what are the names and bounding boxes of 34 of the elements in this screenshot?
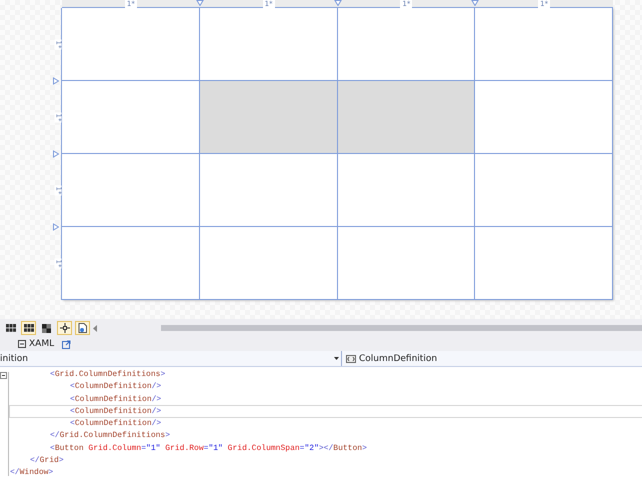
horizontal-scrollbar[interactable] <box>161 325 642 332</box>
row-marker-icon[interactable] <box>53 77 59 85</box>
collapse-icon[interactable] <box>0 372 7 380</box>
document-icon <box>78 323 87 334</box>
column-marker-icon[interactable] <box>471 0 480 6</box>
column-marker-icon[interactable] <box>196 0 204 6</box>
row-marker-icon[interactable] <box>53 150 59 158</box>
element-dropdown[interactable]: ColumnDefinition <box>342 352 444 365</box>
popout-icon[interactable] <box>62 340 72 349</box>
row-marker-icon[interactable] <box>53 223 59 231</box>
code-text: <ColumnDefinition/> <box>70 394 162 404</box>
toolbar-button[interactable] <box>75 321 90 336</box>
toolbar-button[interactable] <box>39 321 54 336</box>
crosshair-icon <box>60 323 70 334</box>
xaml-tab[interactable]: XAML <box>18 339 54 350</box>
code-text: <ColumnDefinition/> <box>70 406 162 416</box>
element-icon <box>346 354 356 363</box>
toolbar-button[interactable] <box>57 321 72 336</box>
checker-icon <box>42 324 51 333</box>
dropdown-caret-icon <box>334 357 339 360</box>
grid-icon <box>24 324 34 332</box>
code-text: <ColumnDefinition/> <box>70 382 162 392</box>
code-text: </Grid.ColumnDefinitions> <box>50 431 170 440</box>
code-text: </Grid> <box>30 456 64 466</box>
toolbar-button[interactable] <box>21 321 36 336</box>
column-marker-icon[interactable] <box>334 0 342 6</box>
code-text: <Grid.ColumnDefinitions> <box>50 370 166 379</box>
scroll-left-icon[interactable] <box>93 324 98 332</box>
grid-icon <box>6 324 16 332</box>
code-text: <Button Grid.Column="1" Grid.Row="1" Grid.ColumnSpan="2"></Button> <box>50 444 367 453</box>
code-text: <ColumnDefinition/> <box>70 419 162 428</box>
swap-icon <box>18 340 26 348</box>
code-text: </Window> <box>10 468 54 478</box>
scope-dropdown[interactable]: inition <box>0 351 342 366</box>
